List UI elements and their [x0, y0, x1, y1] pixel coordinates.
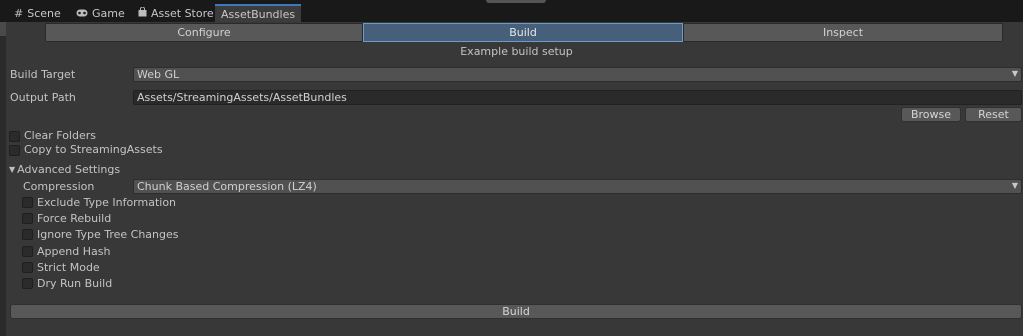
dropdown-arrow-icon: ▼	[1011, 181, 1018, 190]
grid-icon: #	[14, 6, 24, 20]
tab-asset-store[interactable]: Asset Store	[132, 4, 220, 22]
force-rebuild-checkbox[interactable]	[22, 213, 33, 224]
shopping-bag-icon	[138, 6, 147, 20]
build-target-dropdown[interactable]: Web GL ▼	[133, 67, 1022, 82]
strict-mode-label: Strict Mode	[37, 261, 100, 274]
build-target-label: Build Target	[10, 68, 76, 81]
compression-dropdown[interactable]: Chunk Based Compression (LZ4) ▼	[133, 179, 1022, 194]
tab-scene[interactable]: # Scene	[8, 4, 67, 22]
clear-folders-checkbox[interactable]	[9, 131, 20, 142]
copy-streaming-checkbox[interactable]	[9, 145, 20, 156]
build-target-value: Web GL	[137, 68, 180, 81]
caret-down-icon: ▼	[9, 165, 16, 174]
force-rebuild-label: Force Rebuild	[37, 212, 112, 225]
strict-mode-checkbox[interactable]	[22, 262, 33, 273]
reset-button-label: Reset	[978, 108, 1009, 121]
left-scrollbar[interactable]	[0, 22, 6, 336]
append-hash-label: Append Hash	[37, 245, 111, 258]
output-path-value: Assets/StreamingAssets/AssetBundles	[137, 91, 347, 104]
compression-label: Compression	[23, 180, 95, 193]
setup-caption: Example build setup	[460, 45, 573, 58]
gamepad-icon	[76, 7, 88, 20]
configure-label: Configure	[177, 26, 231, 39]
inspect-label: Inspect	[822, 26, 864, 39]
dry-run-build-label: Dry Run Build	[37, 277, 113, 290]
copy-streaming-label: Copy to StreamingAssets	[24, 143, 163, 156]
tab-game-label: Game	[92, 6, 125, 20]
append-hash-checkbox[interactable]	[22, 246, 33, 257]
exclude-type-info-label: Exclude Type Information	[37, 196, 177, 209]
window-drag-handle[interactable]	[486, 0, 546, 3]
advanced-settings-foldout[interactable]: ▼ Advanced Settings	[9, 163, 120, 176]
output-path-label: Output Path	[10, 91, 76, 104]
ignore-type-tree-label: Ignore Type Tree Changes	[37, 228, 179, 241]
reset-button[interactable]: Reset	[965, 107, 1022, 122]
compression-value: Chunk Based Compression (LZ4)	[137, 180, 317, 193]
tab-inspect[interactable]: Inspect	[683, 23, 1003, 42]
output-path-field[interactable]: Assets/StreamingAssets/AssetBundles	[133, 90, 1022, 105]
browse-button-label: Browse	[910, 108, 952, 121]
build-tab-label: Build	[509, 26, 537, 39]
dry-run-build-checkbox[interactable]	[22, 278, 33, 289]
tab-build[interactable]: Build	[363, 23, 683, 42]
exclude-type-info-checkbox[interactable]	[22, 197, 33, 208]
dropdown-arrow-icon: ▼	[1011, 69, 1018, 78]
build-button-label: Build	[502, 305, 530, 318]
tab-assetbundles[interactable]: AssetBundles	[215, 4, 302, 22]
tab-game[interactable]: Game	[70, 4, 131, 22]
tab-assetbundles-label: AssetBundles	[221, 7, 296, 21]
browse-button[interactable]: Browse	[901, 107, 961, 122]
tab-asset-store-label: Asset Store	[151, 6, 214, 20]
advanced-settings-label: Advanced Settings	[17, 163, 121, 176]
tab-configure[interactable]: Configure	[45, 23, 363, 42]
left-scrollbar-thumb[interactable]	[0, 22, 6, 36]
build-button[interactable]: Build	[10, 304, 1022, 319]
clear-folders-label: Clear Folders	[24, 129, 96, 142]
ignore-type-tree-checkbox[interactable]	[22, 229, 33, 240]
tab-scene-label: Scene	[27, 6, 61, 20]
